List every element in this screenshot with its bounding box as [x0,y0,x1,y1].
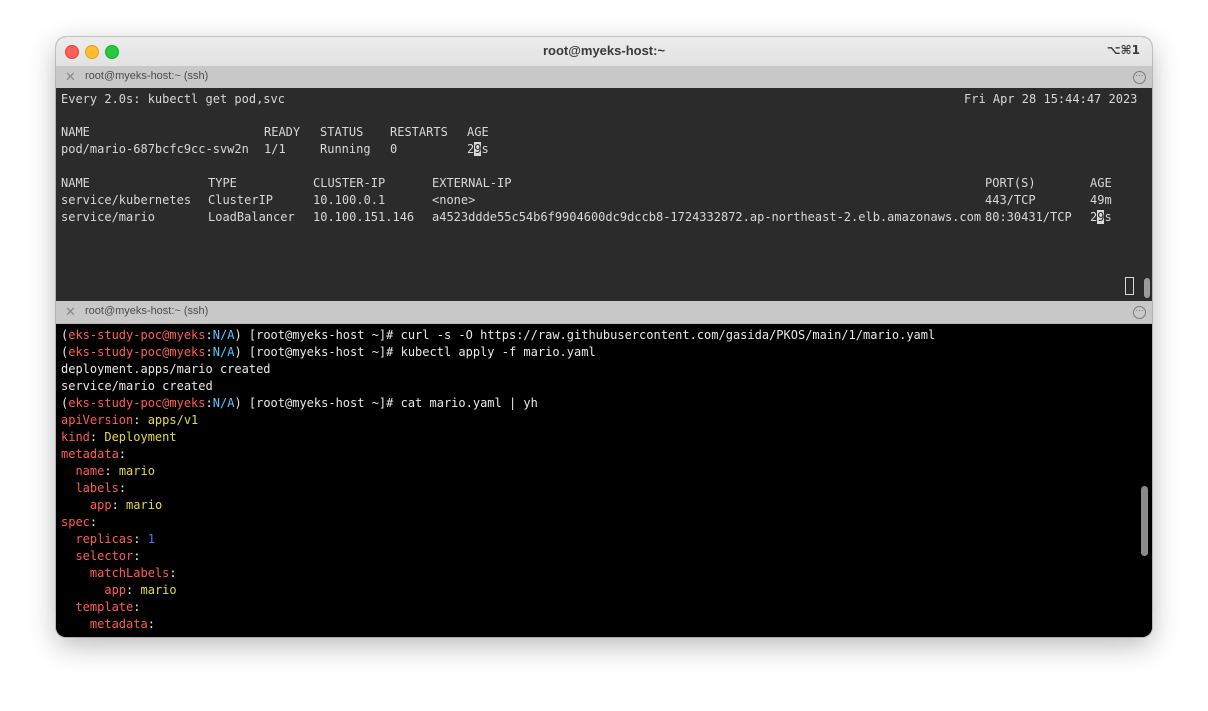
terminal-window: root@myeks-host:~ ⌥⌘1 ✕ root@myeks-host:… [56,37,1152,637]
command-text: kubectl apply -f mario.yaml [400,345,596,359]
pod-ready: 1/1 [264,142,286,156]
yaml-line: app: mario [89,498,163,512]
col-restarts: RESTARTS [390,125,448,139]
yaml-line: labels: [75,481,127,495]
top-pane-tab[interactable]: ✕ root@myeks-host:~ (ssh) ··· [56,66,1152,89]
yaml-line: app: mario [104,583,177,597]
close-pane-icon[interactable]: ✕ [65,304,76,320]
prompt-line: (eks-study-poc@myeks:N/A) [root@myeks-ho… [61,328,936,342]
pod-age: 29s [467,142,489,156]
pod-status: Running [320,142,371,156]
svc-cluster-ip: 10.100.151.146 [313,210,415,224]
svc-type: LoadBalancer [208,210,295,224]
svc-name: service/kubernetes [61,193,192,207]
svc-row: service/kubernetes ClusterIP 10.100.0.1 … [61,192,1112,209]
top-pane-label: root@myeks-host:~ (ssh) [85,70,209,82]
svc-col-type: TYPE [208,176,237,190]
yaml-line: spec: [61,515,98,529]
prompt-line: (eks-study-poc@myeks:N/A) [root@myeks-ho… [61,396,538,410]
col-status: STATUS [320,125,364,139]
svc-name: service/mario [61,210,155,224]
col-ready: READY [264,125,301,139]
pod-name: pod/mario-687bcfc9cc-svw2n [61,142,249,156]
watch-header: Every 2.0s: kubectl get pod,svc Fri Apr … [61,91,1137,108]
title-bar[interactable]: root@myeks-host:~ ⌥⌘1 [56,37,1152,67]
command-text: cat mario.yaml | yh [400,396,538,410]
prompt-line: (eks-study-poc@myeks:N/A) [root@myeks-ho… [61,345,596,359]
yaml-line: selector: [75,549,141,563]
window-title: root@myeks-host:~ [542,43,666,58]
output-line: service/mario created [61,379,213,393]
svc-col-external-ip: EXTERNAL-IP [432,176,512,190]
top-pane-scrollbar[interactable] [1144,278,1150,298]
pod-row: pod/mario-687bcfc9cc-svw2n 1/1 Running 0… [61,141,489,158]
svc-external-ip: <none> [432,193,476,207]
yaml-line: replicas: 1 [75,532,155,546]
svc-col-age: AGE [1090,176,1112,190]
svc-age: 29s [1090,210,1112,224]
svc-external-ip: a4523ddde55c54b6f9904600dc9dccb8-1724332… [432,210,982,224]
watch-timestamp: Fri Apr 28 15:44:47 2023 [964,92,1138,106]
bottom-pane-tab[interactable]: ✕ root@myeks-host:~ (ssh) ··· [56,301,1152,324]
yaml-line: template: [75,600,141,614]
svc-cluster-ip: 10.100.0.1 [313,193,386,207]
svc-col-ports: PORT(S) [985,176,1036,190]
command-text: curl -s -O https://raw.githubusercontent… [400,328,936,342]
pod-restarts: 0 [390,142,398,156]
output-line: deployment.apps/mario created [61,362,271,376]
svc-type: ClusterIP [208,193,274,207]
yaml-line: apiVersion: apps/v1 [61,413,199,427]
bottom-pane-scrollbar[interactable] [1141,486,1148,556]
svc-ports: 80:30431/TCP [985,210,1072,224]
yaml-line: metadata: [61,447,127,461]
svc-age: 49m [1090,193,1112,207]
close-pane-icon[interactable]: ✕ [65,69,76,85]
yaml-line: kind: Deployment [61,430,177,444]
svc-col-cluster-ip: CLUSTER-IP [313,176,386,190]
col-name: NAME [61,125,90,139]
pane-menu-icon[interactable]: ··· [1133,71,1146,84]
bottom-pane-label: root@myeks-host:~ (ssh) [85,305,209,317]
bottom-pane[interactable]: (eks-study-poc@myeks:N/A) [root@myeks-ho… [56,324,1152,637]
top-pane[interactable]: Every 2.0s: kubectl get pod,svc Fri Apr … [56,88,1152,301]
col-age: AGE [467,125,489,139]
window-shortcut: ⌥⌘1 [1106,43,1140,57]
watch-command: Every 2.0s: kubectl get pod,svc [61,92,285,106]
terminal-cursor [1125,277,1134,295]
svc-col-name: NAME [61,176,90,190]
pane-menu-icon[interactable]: ··· [1133,306,1146,319]
svc-row: service/mario LoadBalancer 10.100.151.14… [61,209,1112,226]
svc-header-row: NAME TYPE CLUSTER-IP EXTERNAL-IP PORT(S)… [61,175,1112,192]
pod-header-row: NAME READY STATUS RESTARTS AGE [61,124,489,141]
yaml-line: matchLabels: [89,566,177,580]
svc-ports: 443/TCP [985,193,1036,207]
yaml-line: name: mario [75,464,155,478]
yaml-line: metadata: [89,617,155,631]
